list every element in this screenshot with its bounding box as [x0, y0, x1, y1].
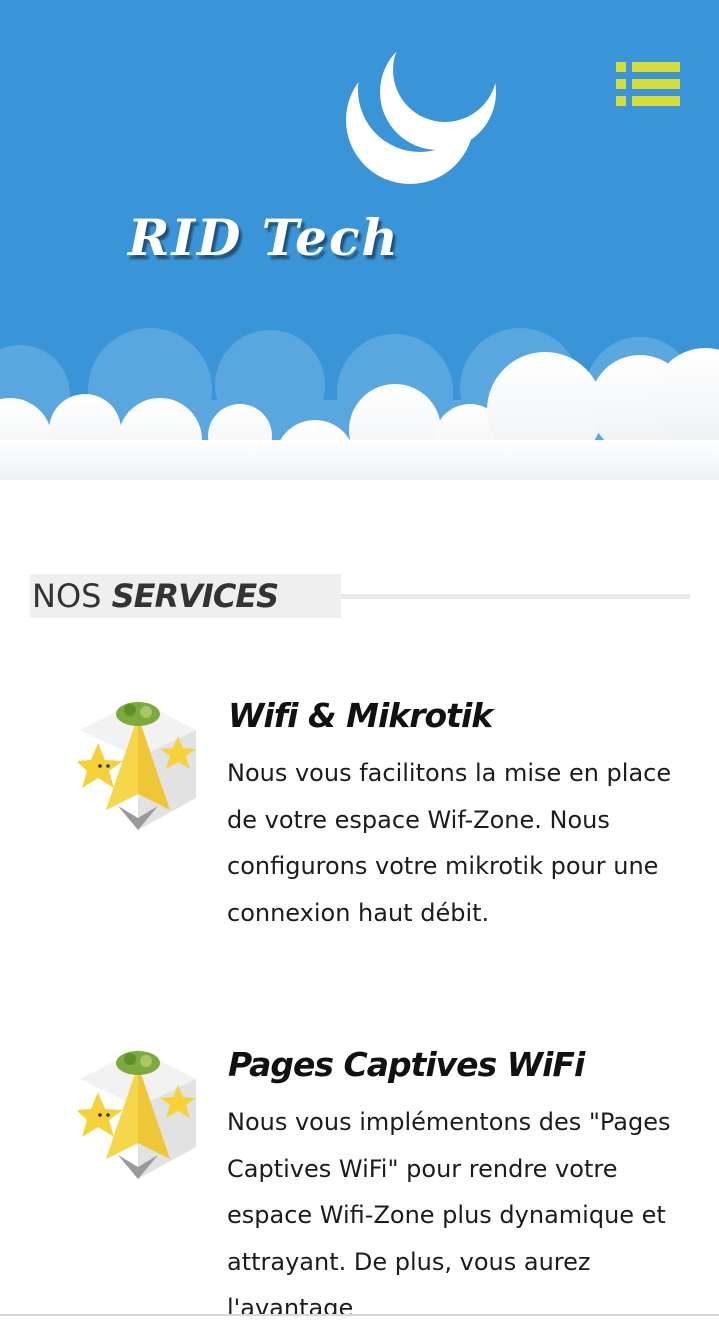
brand-name: RID Tech [128, 208, 400, 267]
service-title[interactable]: Pages Captives WiFi [228, 1043, 688, 1087]
list-menu-icon [616, 62, 680, 106]
services-header: NOS SERVICES [30, 574, 690, 618]
bottom-fade [0, 1316, 719, 1323]
service-description: Nous vous implémentons des "Pages Captiv… [227, 1108, 671, 1322]
hero-banner: RID Tech [0, 0, 719, 480]
service-title[interactable]: Wifi & Mikrotik [228, 694, 688, 738]
menu-toggle-button[interactable] [612, 58, 684, 118]
section-divider [341, 594, 690, 599]
section-title: NOS SERVICES [30, 574, 341, 618]
section-title-light: NOS [32, 577, 112, 615]
brand-logo[interactable]: RID Tech [120, 40, 510, 267]
star-cube-icon [76, 1047, 198, 1181]
service-description: Nous vous facilitons la mise en place de… [227, 759, 672, 927]
section-title-bold: SERVICES [111, 577, 280, 615]
star-cube-icon [76, 698, 198, 832]
